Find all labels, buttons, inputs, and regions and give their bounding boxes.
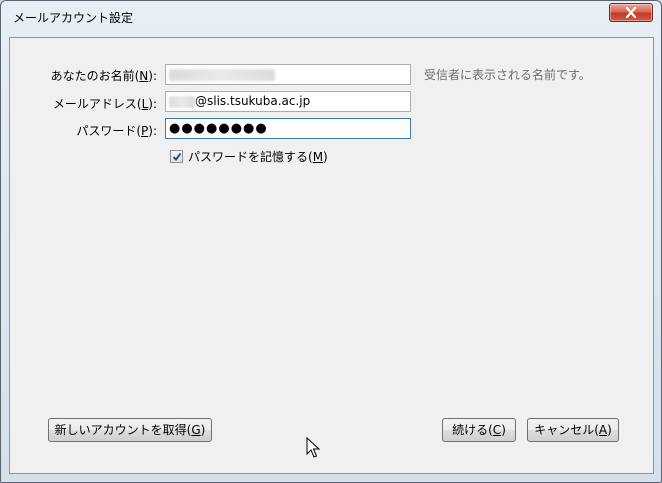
redacted-email-user [169,95,195,108]
title-bar[interactable]: メールアカウント設定 [1,1,661,35]
window-title: メールアカウント設定 [13,11,134,25]
name-label: あなたのお名前(N): [50,69,157,83]
redacted-name [169,68,275,81]
dialog-window: メールアカウント設定 あなたのお名前(N): 受信者に表示される名前です。 メー… [0,0,662,483]
password-label: パスワード(P): [76,124,157,138]
remember-password-checkbox[interactable] [170,150,183,163]
email-label: メールアドレス(L): [52,97,157,111]
email-domain: @slis.tsukuba.ac.jp [195,94,311,108]
close-button[interactable] [609,3,653,22]
password-value: ●●●●●●●● [169,121,268,136]
dialog-content: あなたのお名前(N): 受信者に表示される名前です。 メールアドレス(L): @… [9,37,654,474]
close-icon [625,7,637,18]
cancel-button[interactable]: キャンセル(A) [527,418,619,442]
password-input[interactable]: ●●●●●●●● [165,118,411,139]
continue-button[interactable]: 続ける(C) [442,418,516,442]
name-hint: 受信者に表示される名前です。 [424,68,591,82]
mouse-cursor-icon [306,437,320,458]
email-input[interactable]: @slis.tsukuba.ac.jp [165,91,411,112]
remember-password-label: パスワードを記憶する(M) [188,150,328,164]
remember-password-row[interactable]: パスワードを記憶する(M) [170,148,328,165]
checkmark-icon [172,152,182,161]
get-new-account-button[interactable]: 新しいアカウントを取得(G) [48,418,212,442]
name-input[interactable] [165,64,411,85]
